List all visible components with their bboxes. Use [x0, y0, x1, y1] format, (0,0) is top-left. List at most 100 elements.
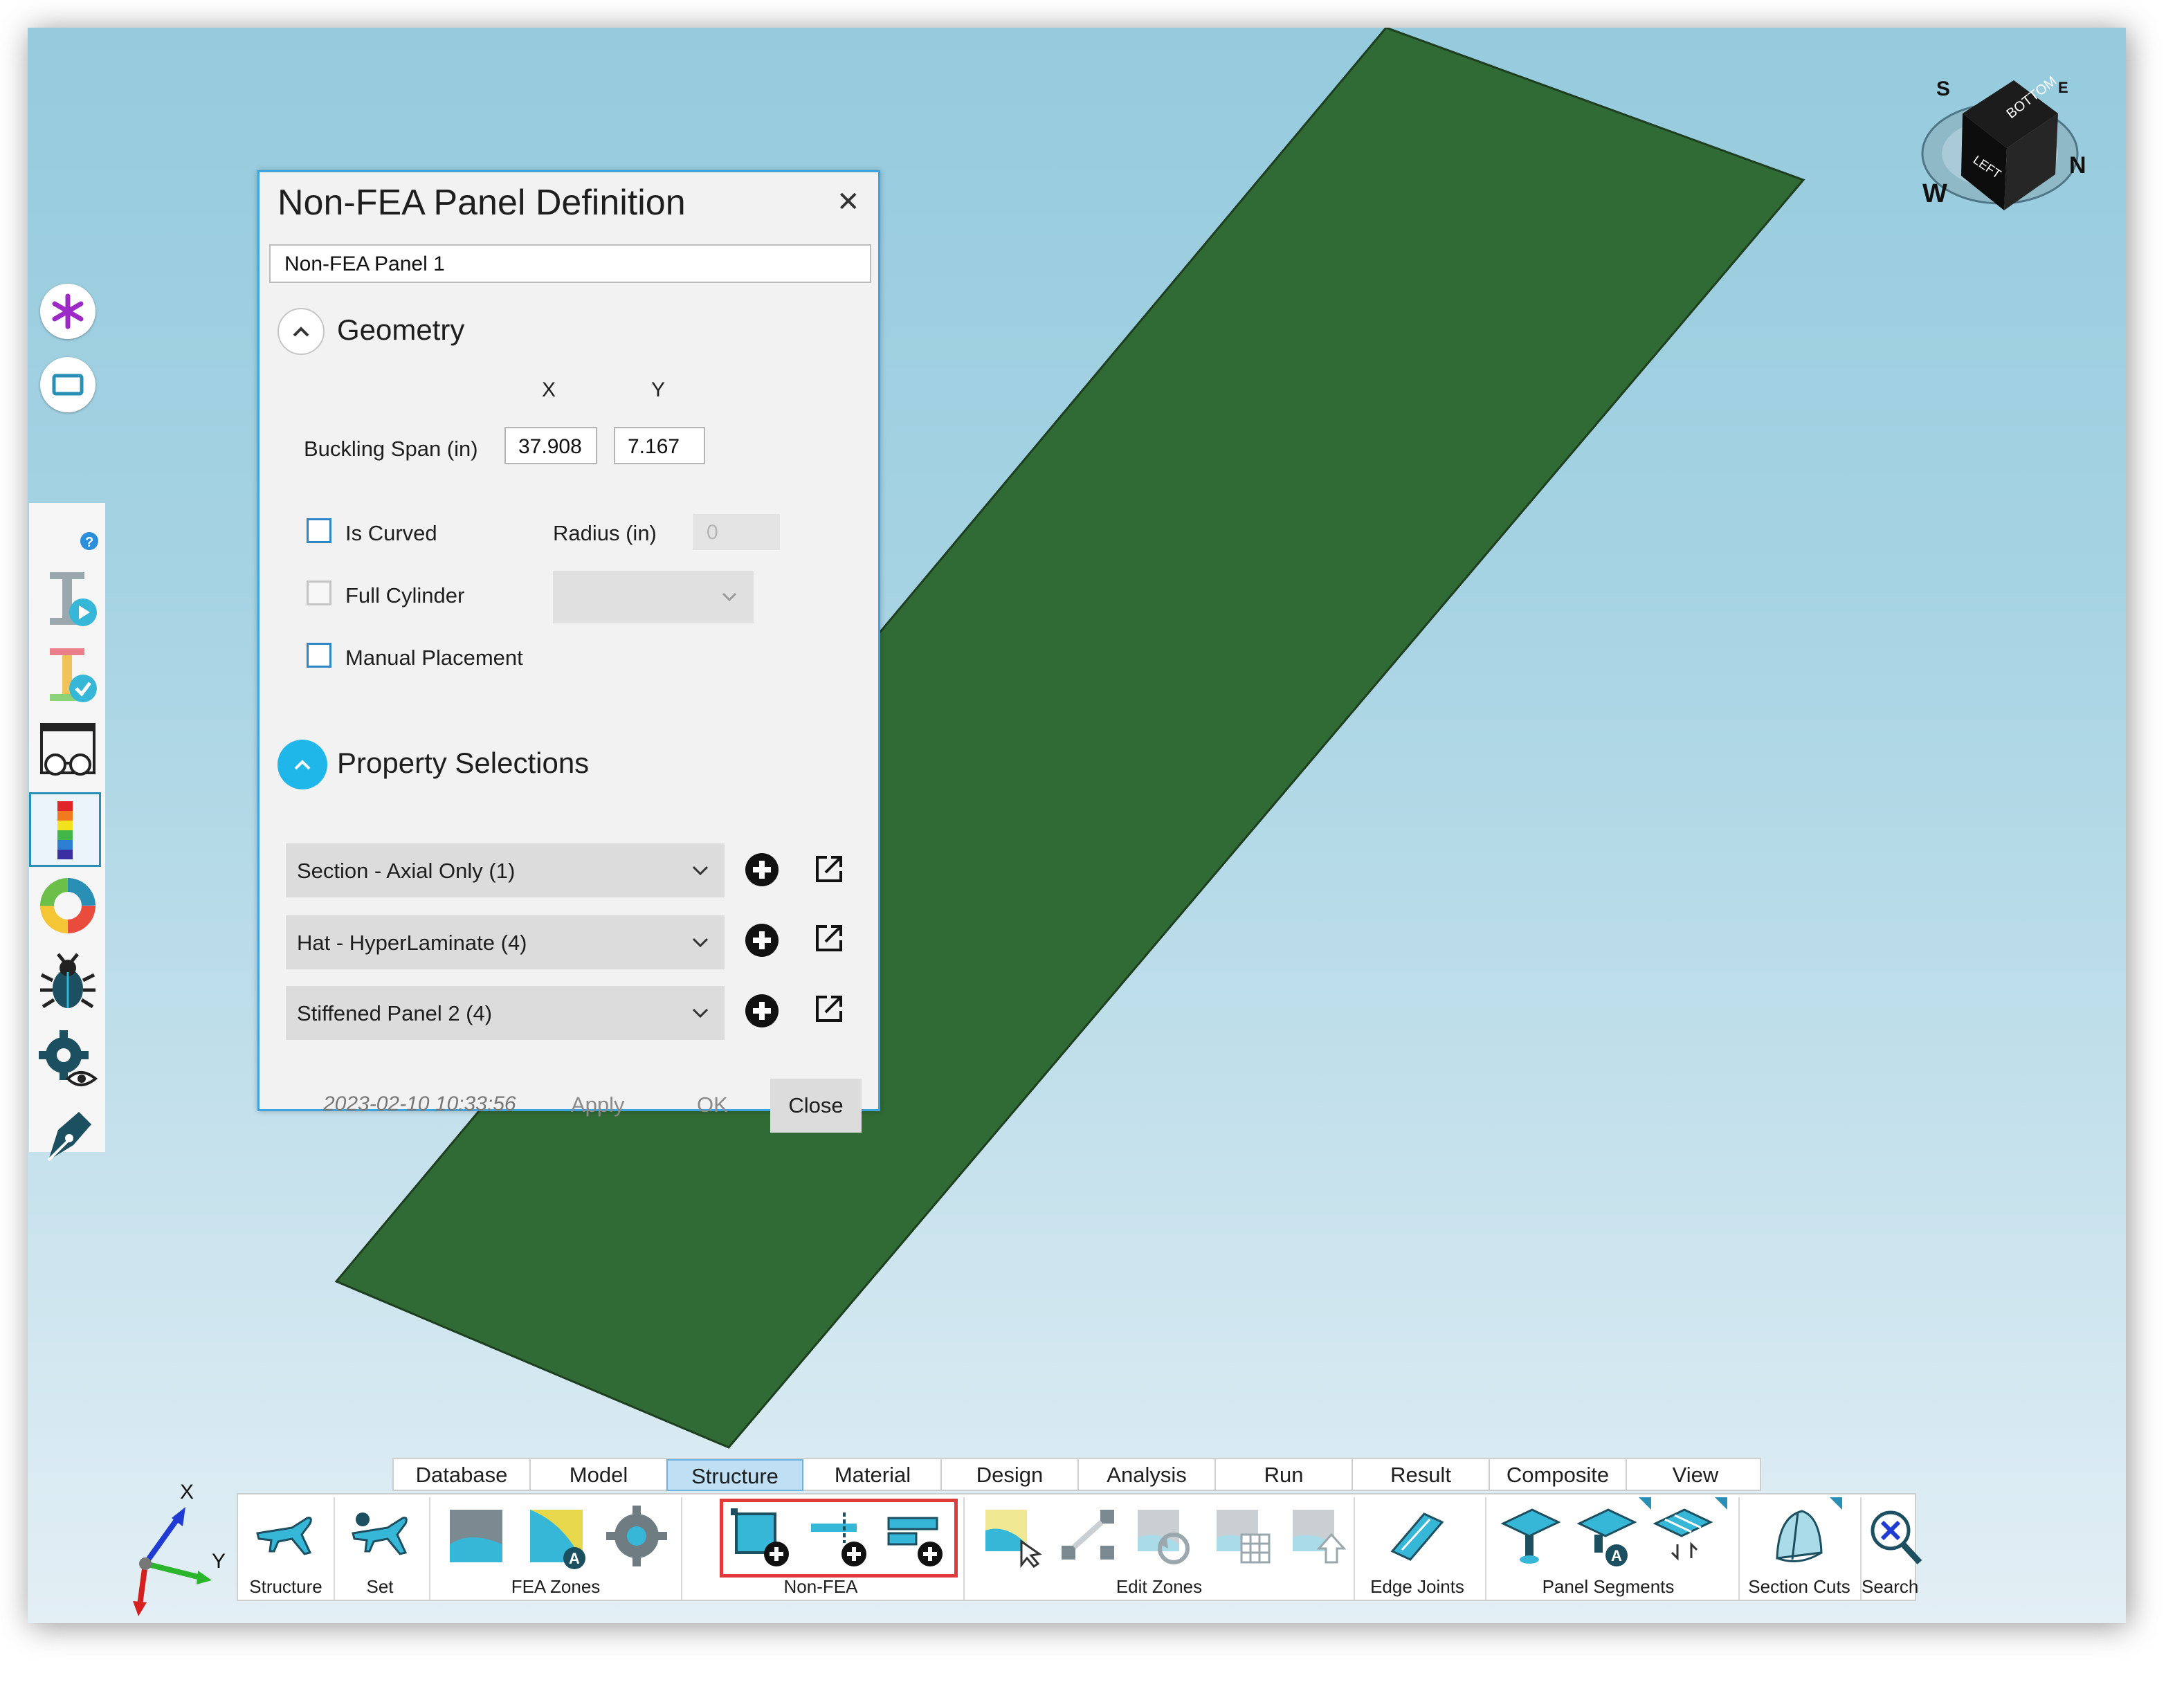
hat-property-combo[interactable]: Hat - HyperLaminate (4) [286, 915, 725, 969]
axis-y-label: Y [212, 1550, 226, 1573]
combo-value: Stiffened Panel 2 (4) [297, 1001, 493, 1025]
rectangle-icon [52, 374, 84, 396]
add-non-fea-joint-icon[interactable] [882, 1503, 948, 1569]
section-cuts-icon[interactable] [1765, 1503, 1831, 1569]
is-curved-checkbox[interactable] [307, 518, 331, 543]
asterisk-button[interactable] [40, 284, 95, 339]
select-zone-icon[interactable] [979, 1503, 1045, 1569]
axis-x-label: X [180, 1481, 194, 1503]
tab-composite[interactable]: Composite [1490, 1459, 1627, 1491]
svg-text:?: ? [85, 535, 93, 550]
section-cuts-button-label[interactable]: Section Cuts [1740, 1576, 1859, 1598]
rectangle-select-button[interactable] [40, 357, 95, 412]
chevron-down-icon [692, 1008, 709, 1018]
add-circle-icon[interactable] [744, 852, 780, 888]
tab-material[interactable]: Material [805, 1459, 942, 1491]
chevron-down-icon [692, 866, 709, 876]
fea-zones-group-label: FEA Zones [511, 1576, 601, 1597]
tab-database[interactable]: Database [394, 1459, 531, 1491]
tab-analysis[interactable]: Analysis [1079, 1459, 1216, 1491]
dropdown-corner-icon [1715, 1497, 1727, 1510]
compass-w: W [1922, 179, 1947, 208]
application-window: BOTTOM LEFT S E N W ? X Y Non-FEA Panel … [28, 28, 2126, 1623]
edit-zones-group-label: Edit Zones [1116, 1576, 1203, 1597]
edge-joints-button-label[interactable]: Edge Joints [1355, 1576, 1480, 1598]
set-airplane-icon[interactable] [346, 1503, 412, 1569]
buckling-span-y-input[interactable]: 7.167 [614, 427, 705, 464]
search-button-label[interactable]: Search [1862, 1576, 1918, 1598]
radius-input[interactable]: 0 [693, 514, 780, 550]
chevron-up-icon [294, 760, 311, 770]
fea-zone-icon[interactable] [443, 1503, 509, 1569]
beam-check-icon[interactable] [35, 641, 101, 708]
zone-grid-icon[interactable] [1210, 1503, 1276, 1569]
merge-zones-icon[interactable] [1055, 1503, 1121, 1569]
search-icon[interactable] [1862, 1503, 1928, 1569]
open-external-icon[interactable] [813, 853, 845, 885]
contour-button[interactable] [29, 792, 101, 867]
pen-nib-icon[interactable] [35, 1102, 101, 1169]
combo-value: Hat - HyperLaminate (4) [297, 931, 527, 955]
ok-button[interactable]: OK [697, 1093, 728, 1117]
radius-label: Radius (in) [553, 521, 657, 545]
tab-run[interactable]: Run [1216, 1459, 1353, 1491]
non-fea-group-label: Non-FEA [783, 1576, 858, 1597]
close-icon[interactable]: ✕ [837, 186, 860, 218]
add-circle-icon[interactable] [744, 922, 780, 958]
compass-s: S [1936, 77, 1950, 100]
is-curved-label: Is Curved [345, 521, 437, 545]
tab-design[interactable]: Design [942, 1459, 1079, 1491]
axis-triad: X Y [133, 1481, 226, 1616]
help-icon[interactable]: ? [79, 531, 100, 551]
tab-view[interactable]: View [1627, 1459, 1764, 1491]
open-external-icon[interactable] [813, 922, 845, 954]
view-cube[interactable]: BOTTOM LEFT S E N W [1913, 65, 2094, 246]
panel-name-field[interactable]: Non-FEA Panel 1 [269, 244, 871, 283]
beam-play-icon[interactable] [35, 565, 101, 632]
compass-e: E [2058, 79, 2068, 96]
glasses-view-icon[interactable] [35, 719, 101, 785]
full-cylinder-checkbox[interactable] [307, 581, 331, 605]
panel-segment-auto-icon[interactable]: A [1574, 1503, 1640, 1569]
reset-zone-icon[interactable] [1131, 1503, 1197, 1569]
donut-chart-icon[interactable] [35, 872, 101, 939]
ribbon-toolbar: Structure Set A FEA Zones Non-FEA Edit Z… [237, 1493, 1922, 1601]
zone-export-icon[interactable] [1286, 1503, 1352, 1569]
close-button[interactable]: Close [770, 1079, 862, 1133]
dialog-title: Non-FEA Panel Definition [277, 183, 686, 223]
manual-placement-checkbox[interactable] [307, 643, 331, 668]
svg-text:A: A [569, 1550, 580, 1567]
geometry-collapse-button[interactable] [277, 308, 325, 355]
add-circle-icon[interactable] [744, 993, 780, 1029]
set-button-label[interactable]: Set [335, 1576, 425, 1598]
chevron-down-icon [722, 592, 737, 602]
chevron-up-icon [293, 327, 309, 337]
tab-model[interactable]: Model [531, 1459, 668, 1491]
open-external-icon[interactable] [813, 993, 845, 1025]
contour-scale-icon [57, 801, 73, 859]
buckling-span-x-input[interactable]: 37.908 [504, 427, 597, 464]
structure-airplane-icon[interactable] [251, 1503, 317, 1569]
edge-joints-icon[interactable] [1384, 1503, 1450, 1569]
tab-result[interactable]: Result [1353, 1459, 1490, 1491]
property-selections-title: Property Selections [337, 747, 590, 779]
buckling-span-label: Buckling Span (in) [304, 437, 478, 461]
panel-segment-icon[interactable] [1498, 1503, 1564, 1569]
panel-segment-split-icon[interactable] [1650, 1503, 1716, 1569]
add-non-fea-beam-icon[interactable] [806, 1503, 872, 1569]
add-non-fea-panel-icon[interactable] [728, 1503, 794, 1569]
section-property-combo[interactable]: Section - Axial Only (1) [286, 843, 725, 897]
property-selections-collapse-button[interactable] [277, 740, 327, 789]
fea-zone-auto-icon[interactable]: A [523, 1503, 590, 1569]
y-column-header: Y [651, 378, 666, 401]
bug-icon[interactable] [35, 950, 101, 1016]
structure-button-label[interactable]: Structure [238, 1576, 334, 1598]
stiffened-panel-property-combo[interactable]: Stiffened Panel 2 (4) [286, 986, 725, 1040]
geometry-section-title: Geometry [337, 313, 465, 346]
cylinder-option-dropdown[interactable] [553, 571, 754, 623]
tab-structure[interactable]: Structure [666, 1459, 803, 1491]
apply-button[interactable]: Apply [571, 1093, 625, 1117]
fea-zone-settings-icon[interactable] [603, 1503, 670, 1569]
settings-eye-icon[interactable] [35, 1026, 101, 1093]
non-fea-panel-definition-dialog: Non-FEA Panel Definition ✕ Non-FEA Panel… [257, 170, 880, 1133]
